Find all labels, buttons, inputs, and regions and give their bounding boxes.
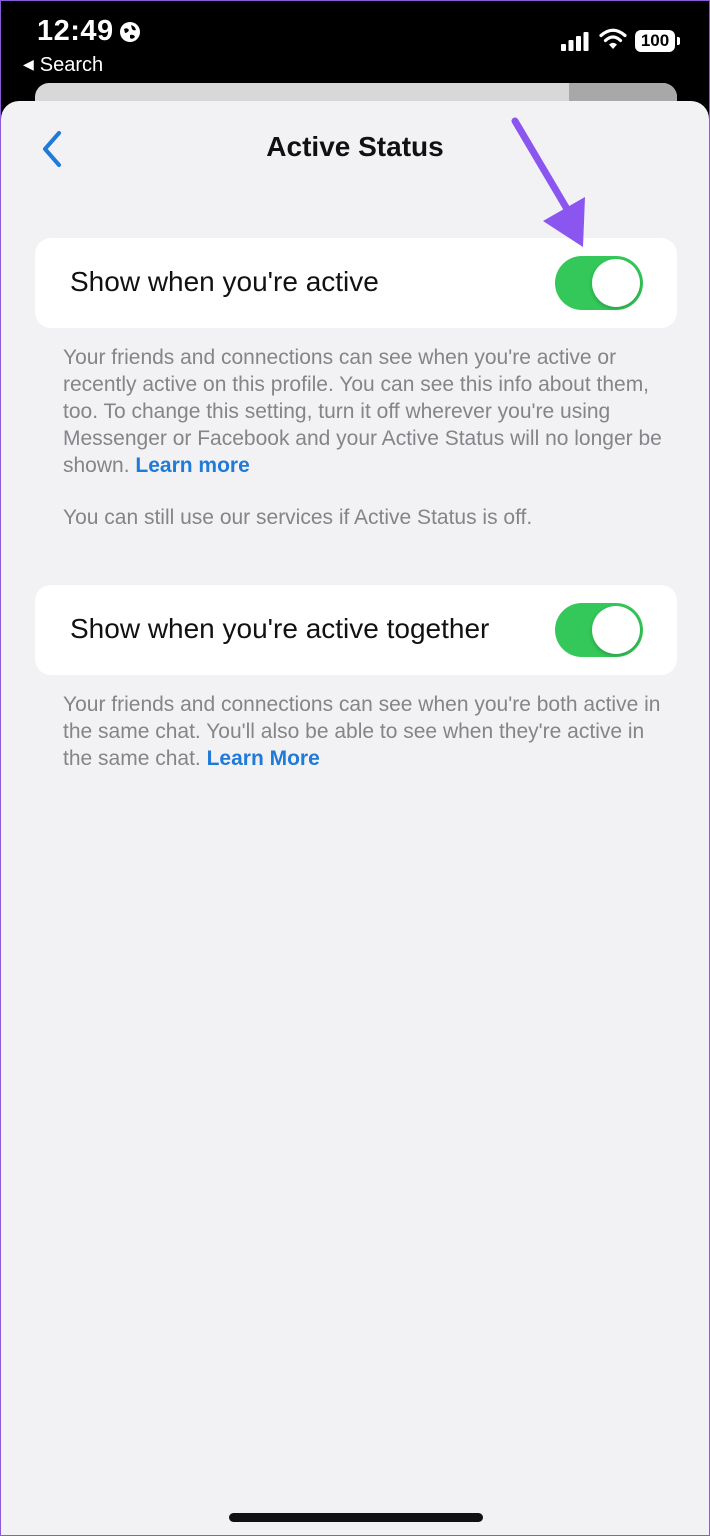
phone-screen: 12:49 ◀ Search 100 Active Status Show whe… (0, 0, 710, 1536)
learn-more-link[interactable]: Learn more (135, 454, 249, 477)
setting-description: Your friends and connections can see whe… (63, 344, 663, 479)
learn-more-link[interactable]: Learn More (207, 747, 320, 770)
setting-note: You can still use our services if Active… (63, 506, 533, 529)
back-app-label: Search (39, 54, 104, 76)
battery-icon: 100 (635, 30, 680, 52)
toggle-knob (592, 259, 640, 307)
status-time: 12:49 (37, 15, 114, 47)
setting-label: Show when you're active together (70, 613, 490, 644)
page-title: Active Status (266, 131, 444, 162)
annotation-arrow-icon (511, 117, 585, 247)
show-active-toggle[interactable] (555, 256, 643, 310)
wifi-icon (599, 28, 627, 49)
setting-card-show-active-together: Show when you're active together (35, 585, 677, 675)
status-bar: 12:49 ◀ Search 100 (1, 1, 709, 83)
back-to-app-link[interactable]: ◀ Search (23, 54, 103, 77)
show-active-together-toggle[interactable] (555, 603, 643, 657)
active-status-sheet: Active Status Show when you're active Yo… (1, 101, 709, 1535)
setting-description: Your friends and connections can see whe… (63, 691, 663, 772)
description-text: Your friends and connections can see whe… (63, 693, 661, 770)
setting-label: Show when you're active (70, 266, 379, 297)
home-indicator[interactable] (229, 1513, 483, 1522)
cellular-signal-icon (561, 32, 589, 51)
toggle-knob (592, 606, 640, 654)
globe-icon (120, 22, 140, 42)
back-triangle-icon: ◀ (23, 56, 34, 72)
